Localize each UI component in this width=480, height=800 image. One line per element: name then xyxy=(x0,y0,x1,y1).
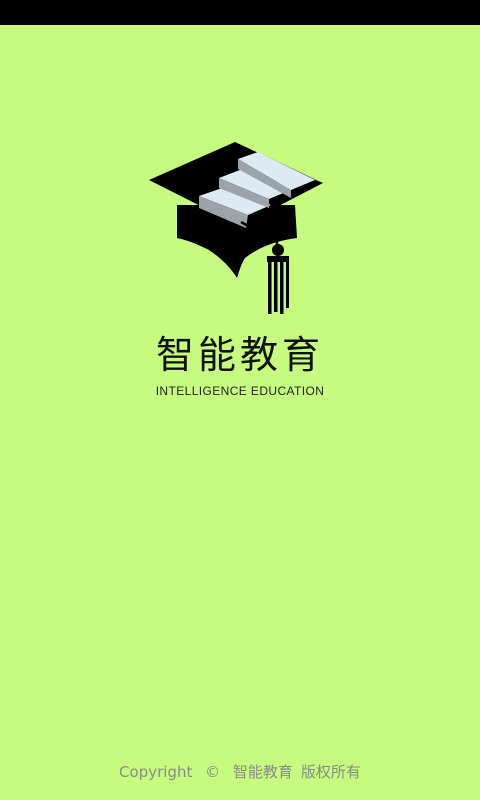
status-bar xyxy=(0,0,480,25)
app-name: 智能教育 xyxy=(155,333,324,377)
app-subtitle: INTELLIGENCE EDUCATION xyxy=(155,384,325,398)
copyright-symbol: © xyxy=(205,763,221,781)
copyright-footer: Copyright © 智能教育 版权所有 xyxy=(0,762,480,782)
copyright-owner: 智能教育 xyxy=(232,763,293,781)
graduation-cap-icon xyxy=(149,142,323,314)
splash-screen: 智能教育 INTELLIGENCE EDUCATION Copyright © … xyxy=(0,0,480,800)
copyright-word: Copyright xyxy=(119,763,193,781)
copyright-rights: 版权所有 xyxy=(300,763,361,781)
